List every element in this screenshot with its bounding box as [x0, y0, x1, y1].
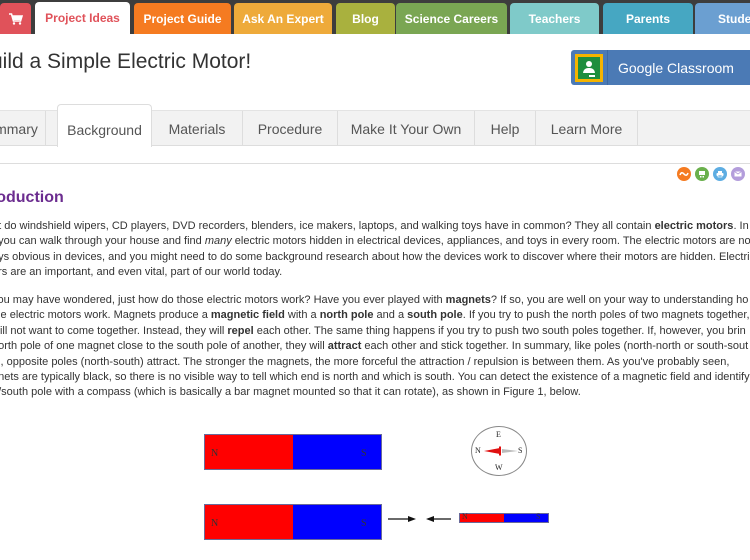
page-title: uild a Simple Electric Motor!	[0, 50, 252, 73]
magnet-north-half: N	[205, 505, 293, 539]
nav-tab-project-guide[interactable]: Project Guide	[134, 3, 231, 34]
paragraph-line: at do windshield wipers, CD players, DVD…	[0, 220, 749, 232]
magnet-south-label: S	[361, 518, 367, 529]
subtab-procedure[interactable]: Procedure	[243, 111, 338, 146]
arrow-right-icon	[388, 516, 416, 522]
magnet-north-label: N	[211, 518, 219, 529]
compass: E N S W	[471, 426, 527, 476]
compass-label-e: E	[496, 430, 501, 439]
magnet-north-label: N	[211, 448, 219, 459]
bold-term: repel	[227, 324, 254, 337]
top-nav: Project Ideas Project Guide Ask An Exper…	[0, 0, 750, 34]
arrow-left-icon	[426, 516, 451, 522]
bold-term: magnets	[445, 294, 491, 306]
subtab-help[interactable]: Help	[475, 111, 536, 146]
paragraph-line: h/south pole with a compass (which is ba…	[0, 386, 581, 399]
bold-term: north pole	[319, 309, 374, 322]
small-bar-magnet: N S	[459, 512, 549, 523]
bold-term: magnetic field	[210, 309, 285, 322]
paragraph-line: el, opposite poles (north-south) attract…	[0, 355, 730, 368]
magnet-south-half: S	[293, 435, 381, 469]
email-icon[interactable]	[731, 167, 745, 181]
compass-label-w: W	[495, 463, 503, 472]
print-icon[interactable]	[713, 167, 727, 181]
bold-term: attract	[327, 340, 362, 353]
paragraph-line: ors are an important, and even vital, pa…	[0, 266, 283, 279]
magnet-south-label: S	[361, 448, 367, 459]
subtab-learn-more[interactable]: Learn More	[536, 111, 638, 146]
compass-label-n: N	[475, 446, 481, 455]
introduction-heading: roduction	[0, 189, 64, 206]
paragraph-line: , you can walk through your house and fi…	[0, 235, 750, 248]
subtab-background[interactable]: Background	[57, 104, 152, 147]
small-magnet-north-label: N	[462, 512, 468, 521]
nav-tab-students[interactable]: Studen	[695, 3, 750, 34]
paragraph-line: ple electric motors work. Magnets produc…	[0, 309, 750, 322]
paragraph-line: gnets are typically black, so there is n…	[0, 371, 750, 384]
bold-term: electric motors	[654, 220, 734, 232]
italic-term: many	[204, 235, 232, 248]
small-magnet-south-label: S	[536, 512, 541, 521]
content-divider	[0, 163, 750, 164]
nav-tab-teachers[interactable]: Teachers	[510, 3, 599, 34]
subtab-materials[interactable]: Materials	[152, 111, 243, 146]
compass-label-s: S	[518, 446, 523, 455]
paragraph-line: you may have wondered, just how do those…	[0, 294, 749, 306]
paragraph-line: ays obvious in devices, and you might ne…	[0, 250, 750, 263]
small-magnet-south-half: S	[504, 512, 548, 522]
nav-tab-ask-an-expert[interactable]: Ask An Expert	[234, 3, 332, 34]
subtab-make-it-your-own[interactable]: Make It Your Own	[338, 111, 475, 146]
google-classroom-label: Google Classroom	[618, 59, 734, 76]
intro-paragraph-2: you may have wondered, just how do those…	[0, 293, 750, 401]
intro-paragraph-1: at do windshield wipers, CD players, DVD…	[0, 219, 750, 281]
nav-tab-science-careers[interactable]: Science Careers	[396, 3, 507, 34]
bold-term: south pole	[407, 309, 463, 322]
small-magnet-north-half: N	[460, 512, 504, 522]
project-subtabs: mmary Background Materials Procedure Mak…	[0, 104, 750, 147]
shopping-cart-icon	[8, 12, 23, 25]
nav-tab-parents[interactable]: Parents	[603, 3, 693, 34]
bar-magnet-top: N S	[204, 434, 382, 470]
paragraph-line: will not want to come together. Instead,…	[0, 324, 746, 337]
bar-magnet-bottom: N S	[204, 504, 382, 540]
magnet-south-half: S	[293, 505, 381, 539]
paragraph-line: north pole of one magnet close to the so…	[0, 340, 749, 353]
cart-button[interactable]	[0, 3, 31, 34]
nav-tab-blog[interactable]: Blog	[336, 3, 395, 34]
share-icons	[677, 167, 745, 181]
nav-tab-project-ideas[interactable]: Project Ideas	[35, 2, 130, 34]
rss-icon[interactable]	[677, 167, 691, 181]
google-classroom-button[interactable]: Google Classroom	[571, 50, 750, 85]
compass-needle-icon	[484, 446, 518, 456]
magnet-north-half: N	[205, 435, 293, 469]
gc-divider	[607, 50, 608, 85]
subtab-summary[interactable]: mmary	[0, 111, 46, 146]
cart-icon[interactable]	[695, 167, 709, 181]
google-classroom-icon	[575, 53, 603, 82]
